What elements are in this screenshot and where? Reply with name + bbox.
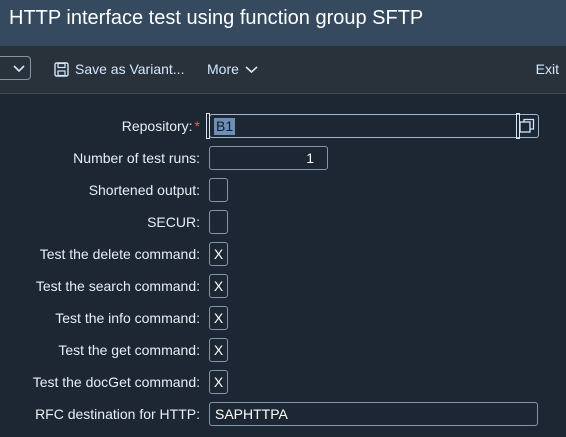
info-command-checkbox[interactable]: X (209, 306, 228, 330)
cursor-bracket-left (206, 113, 210, 139)
shortened-output-checkbox[interactable] (209, 178, 228, 202)
test-runs-input[interactable]: 1 (209, 146, 328, 170)
repository-label: Repository: * (121, 118, 200, 134)
exit-button[interactable]: Exit (536, 58, 559, 80)
test-runs-label: Number of test runs: (73, 150, 200, 166)
rfc-destination-label: RFC destination for HTTP: (35, 406, 200, 422)
required-marker: * (194, 118, 200, 134)
rfc-destination-value: SAPHTTPA (215, 406, 288, 422)
delete-command-row: Test the delete command: X (0, 242, 566, 266)
search-command-row: Test the search command: X (0, 274, 566, 298)
title-bar: HTTP interface test using function group… (0, 0, 566, 46)
get-command-label: Test the get command: (58, 342, 200, 358)
secur-row: SECUR: (0, 210, 566, 234)
secur-checkbox[interactable] (209, 210, 228, 234)
search-command-label: Test the search command: (35, 278, 200, 294)
menu-dropdown[interactable] (0, 56, 31, 80)
repository-row: Repository: * B1 (0, 113, 566, 139)
chevron-down-icon (13, 65, 25, 73)
repository-input[interactable]: B1 (206, 113, 539, 139)
save-icon (54, 61, 69, 77)
delete-command-label: Test the delete command: (39, 246, 200, 262)
docget-command-row: Test the docGet command: X (0, 370, 566, 394)
delete-command-checkbox[interactable]: X (209, 242, 228, 266)
test-runs-row: Number of test runs: 1 (0, 146, 566, 170)
search-command-checkbox[interactable]: X (209, 274, 228, 298)
info-command-label: Test the info command: (55, 310, 200, 326)
more-button[interactable]: More (207, 58, 258, 80)
chevron-down-icon (245, 66, 258, 74)
toolbar: Save as Variant... More Exit (0, 46, 566, 94)
get-command-row: Test the get command: X (0, 338, 566, 362)
rfc-destination-input[interactable]: SAPHTTPA (209, 402, 538, 426)
page-title: HTTP interface test using function group… (9, 7, 424, 29)
shortened-output-row: Shortened output: (0, 178, 566, 202)
get-command-checkbox[interactable]: X (209, 338, 228, 362)
test-runs-value: 1 (306, 150, 314, 166)
save-as-variant-button[interactable]: Save as Variant... (54, 58, 184, 80)
more-label: More (207, 61, 239, 77)
value-help-icon[interactable] (519, 118, 535, 134)
docget-command-checkbox[interactable]: X (209, 370, 228, 394)
info-command-row: Test the info command: X (0, 306, 566, 330)
rfc-destination-row: RFC destination for HTTP: SAPHTTPA (0, 402, 566, 426)
secur-label: SECUR: (147, 214, 200, 230)
save-as-variant-label: Save as Variant... (75, 61, 185, 77)
docget-command-label: Test the docGet command: (32, 374, 200, 390)
shortened-output-label: Shortened output: (88, 182, 200, 198)
repository-value: B1 (214, 118, 236, 135)
